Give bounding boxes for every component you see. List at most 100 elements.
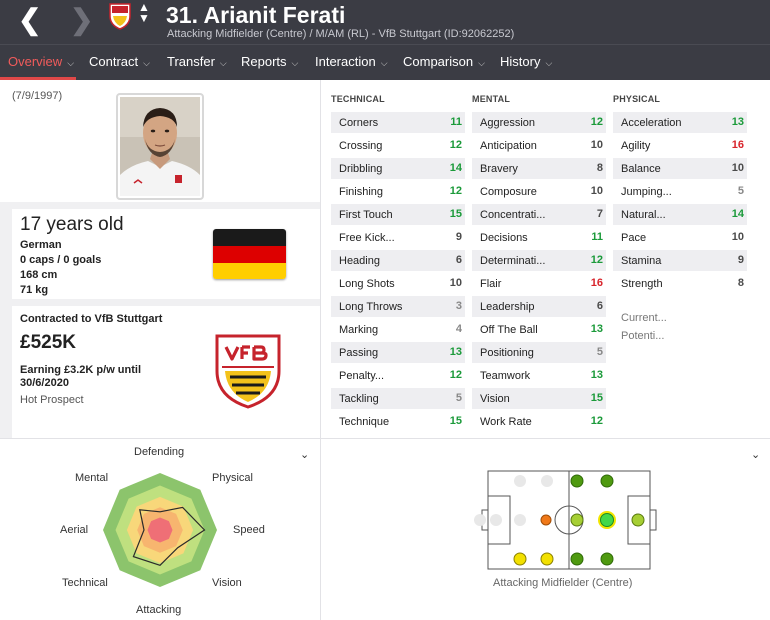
attribute-name: Free Kick... [339,232,395,244]
attribute-name: Bravery [480,163,518,175]
contract-title: Contracted to VfB Stuttgart [20,313,163,325]
club-crest-icon[interactable] [108,2,132,30]
player-switch-icon[interactable]: ▲ ▼ [138,1,150,24]
player-photo [116,93,204,200]
attribute-value: 14 [449,162,462,174]
attribute-value: 12 [590,116,603,128]
attribute-row[interactable]: Penalty... 12 [331,365,465,386]
attribute-value: 12 [449,369,462,381]
attribute-value: 11 [450,116,462,128]
player-subtitle: Attacking Midfielder (Centre) / M/AM (RL… [167,28,515,40]
attribute-row[interactable]: Passing 13 [331,342,465,363]
forward-button[interactable]: ❯ [70,6,93,34]
attribute-row[interactable]: Teamwork 13 [472,365,606,386]
attribute-row[interactable]: Composure 10 [472,181,606,202]
attribute-value: 5 [596,346,603,358]
attribute-row[interactable]: Determinati... 12 [472,250,606,271]
attribute-row[interactable]: Acceleration 13 [613,112,747,133]
attribute-name: Finishing [339,186,384,198]
attribute-row[interactable]: Crossing 12 [331,135,465,156]
attribute-row[interactable]: Finishing 12 [331,181,465,202]
attribute-name: Work Rate [480,416,532,428]
attribute-row[interactable]: Concentrati... 7 [472,204,606,225]
tab-interaction[interactable]: Interaction ⌵ [315,54,388,69]
attribute-value: 14 [731,208,744,220]
radar-label-vision: Vision [212,577,242,589]
divider [320,80,321,438]
attribute-row[interactable]: Anticipation 10 [472,135,606,156]
position-dot [540,514,552,526]
attribute-name: Marking [339,324,379,336]
attribute-row[interactable]: Stamina 9 [613,250,747,271]
attribute-name: Positioning [480,347,534,359]
position-dot [514,475,526,487]
attribute-row[interactable]: Long Throws 3 [331,296,465,317]
attribute-row[interactable]: Off The Ball 13 [472,319,606,340]
attribute-row[interactable]: Bravery 8 [472,158,606,179]
attribute-row[interactable]: Pace 10 [613,227,747,248]
date-of-birth: (7/9/1997) [12,90,63,102]
attribute-name: Crossing [339,140,383,152]
radar-label-mental: Mental [75,472,109,484]
tab-label: Transfer [167,54,215,69]
germany-flag-icon[interactable] [213,229,286,279]
tab-comparison[interactable]: Comparison ⌵ [403,54,485,69]
divider [0,438,770,439]
attribute-value: 7 [596,208,603,220]
tab-overview[interactable]: Overview ⌵ [8,54,74,69]
position-dot [570,513,584,527]
attribute-row[interactable]: Heading 6 [331,250,465,271]
attribute-row[interactable]: Flair 16 [472,273,606,294]
attribute-value: 10 [590,139,603,151]
tab-bar: Overview ⌵ Contract ⌵ Transfer ⌵ Reports ⌵ I… [0,44,770,80]
attribute-row[interactable]: Long Shots 10 [331,273,465,294]
attribute-value: 3 [455,300,462,312]
attribute-row[interactable]: Dribbling 14 [331,158,465,179]
back-button[interactable]: ❮ [18,6,41,34]
attribute-row[interactable]: Vision 15 [472,388,606,409]
attribute-value: 9 [455,231,462,243]
attribute-value: 12 [590,415,603,427]
attribute-row[interactable]: Strength 8 [613,273,747,294]
attribute-row[interactable]: Free Kick... 9 [331,227,465,248]
divider [320,439,321,620]
attribute-value: 13 [590,369,603,381]
attribute-row[interactable]: Aggression 12 [472,112,606,133]
attribute-row[interactable]: Agility 16 [613,135,747,156]
tab-reports[interactable]: Reports ⌵ [241,54,298,69]
attribute-row[interactable]: First Touch 15 [331,204,465,225]
position-dot [490,514,502,526]
attribute-radar-chart [103,473,217,587]
attribute-row[interactable]: Corners 11 [331,112,465,133]
vfb-stuttgart-crest-icon[interactable] [214,333,282,409]
tab-contract[interactable]: Contract ⌵ [89,54,150,69]
tab-label: Contract [89,54,139,69]
chevron-down-icon: ⌵ [143,58,150,68]
attribute-name: Decisions [480,232,528,244]
attribute-row[interactable]: Decisions 11 [472,227,606,248]
tab-label: Overview [8,54,63,69]
attribute-name: Determinati... [480,255,546,267]
chevron-down-icon: ⌵ [545,58,553,68]
positions-options-dropdown[interactable]: ⌄ [751,448,760,461]
attribute-row[interactable]: Positioning 5 [472,342,606,363]
attribute-name: Teamwork [480,370,531,382]
attribute-name: Heading [339,255,380,267]
attribute-name: First Touch [339,209,393,221]
attribute-row[interactable]: Balance 10 [613,158,747,179]
mental-header: MENTAL [472,94,511,104]
attribute-row[interactable]: Marking 4 [331,319,465,340]
attribute-row[interactable]: Leadership 6 [472,296,606,317]
attribute-row[interactable]: Jumping... 5 [613,181,747,202]
attribute-row[interactable]: Work Rate 12 [472,411,606,432]
attribute-row[interactable]: Natural... 14 [613,204,747,225]
player-profile-screen: ❮ ❯ ▲ ▼ 31. Arianit Ferati Attacking Midf… [0,0,770,620]
attribute-name: Acceleration [621,117,682,129]
radar-options-dropdown[interactable]: ⌄ [300,448,309,461]
attribute-row[interactable]: Tackling 5 [331,388,465,409]
attribute-row[interactable]: Technique 15 [331,411,465,432]
tab-transfer[interactable]: Transfer ⌵ [167,54,227,69]
tab-history[interactable]: History ⌵ [500,54,552,69]
position-dot [474,514,486,526]
attribute-value: 5 [737,185,744,197]
